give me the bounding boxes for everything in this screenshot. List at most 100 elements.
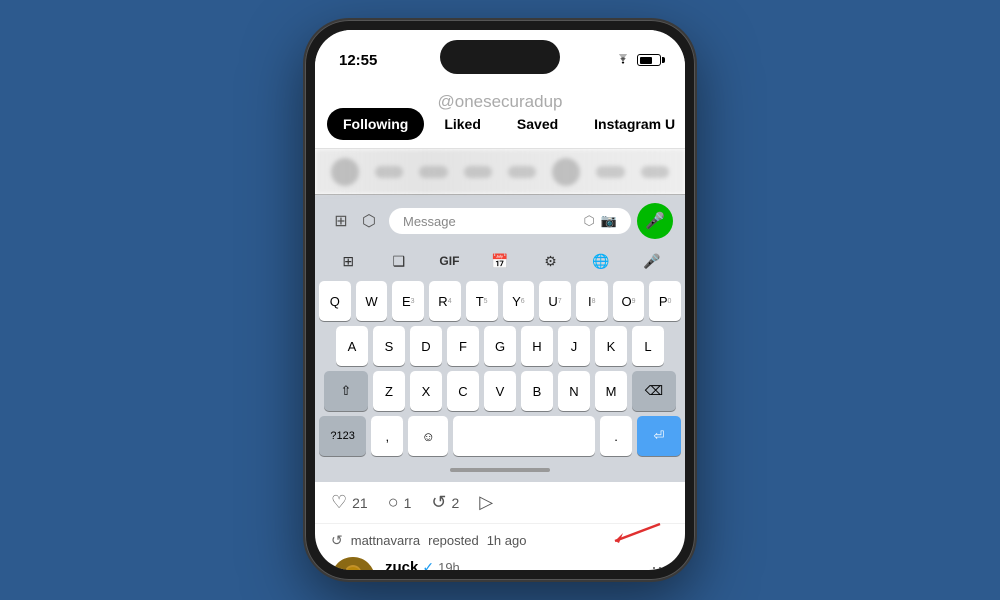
repost-icon: ↺ [431, 492, 446, 513]
like-count: 21 [352, 495, 368, 511]
key-v[interactable]: V [484, 371, 516, 411]
tweet-row: zuck ✓ 19h ··· Open sourcing a bunch of … [315, 553, 685, 570]
key-r[interactable]: R4 [429, 281, 461, 321]
translate-icon[interactable]: 🌐 [585, 247, 617, 275]
key-comma[interactable]: , [371, 416, 403, 456]
keyboard-top-bar: ⊞ ⬡ Message ⬡ 📷 🎤 [315, 199, 685, 243]
key-t[interactable]: T5 [466, 281, 498, 321]
tweet-actions: ♡ 21 ○ 1 ↺ 2 ▷ [315, 482, 685, 524]
heart-icon: ♡ [331, 492, 347, 513]
key-l[interactable]: L [632, 326, 664, 366]
avatar [331, 557, 375, 570]
key-123[interactable]: ?123 [319, 416, 366, 456]
screen: 12:55 @onesecuradup Following Like [315, 30, 685, 570]
mic-button[interactable]: 🎤 [637, 203, 673, 239]
status-time: 12:55 [339, 52, 377, 69]
keyboard-section: ⊞ ⬡ Message ⬡ 📷 🎤 ⊞ [315, 194, 685, 482]
tab-instagram[interactable]: Instagram U [578, 108, 685, 140]
key-k[interactable]: K [595, 326, 627, 366]
verified-badge: ✓ [422, 559, 434, 570]
repost-line: ↺ mattnavarra reposted 1h ago [315, 524, 685, 553]
tab-following[interactable]: Following [327, 108, 424, 140]
attach-icon: ⬡ [583, 213, 594, 229]
key-c[interactable]: C [447, 371, 479, 411]
repost-count: 2 [451, 495, 459, 511]
username-watermark: @onesecuradup [315, 92, 685, 112]
tab-liked[interactable]: Liked [428, 108, 497, 140]
tweet-username: zuck [385, 559, 418, 570]
keyboard-row-1: Q W E3 R4 T5 Y6 U7 I8 O9 P0 [319, 281, 681, 321]
keyboard-row-3: ⇧ Z X C V B N M ⌫ [319, 371, 681, 411]
key-x[interactable]: X [410, 371, 442, 411]
tab-saved[interactable]: Saved [501, 108, 574, 140]
key-w[interactable]: W [356, 281, 388, 321]
tweet-time: 19h [438, 560, 460, 570]
keyboard-tools: ⊞ ❑ GIF 📅 ⚙ 🌐 🎤 [315, 243, 685, 279]
key-n[interactable]: N [558, 371, 590, 411]
home-indicator-area [315, 462, 685, 478]
key-j[interactable]: J [558, 326, 590, 366]
key-p[interactable]: P0 [649, 281, 681, 321]
key-g[interactable]: G [484, 326, 516, 366]
key-d[interactable]: D [410, 326, 442, 366]
phone-frame: 12:55 @onesecuradup Following Like [305, 20, 695, 580]
repost-symbol: ↺ [331, 532, 343, 549]
key-m[interactable]: M [595, 371, 627, 411]
key-e[interactable]: E3 [392, 281, 424, 321]
share-action[interactable]: ▷ [479, 492, 493, 513]
tweet-more-button[interactable]: ··· [651, 557, 669, 570]
dynamic-island [440, 40, 560, 74]
camera-icon: 📷 [601, 213, 617, 229]
key-s[interactable]: S [373, 326, 405, 366]
key-a[interactable]: A [336, 326, 368, 366]
comment-icon: ○ [388, 492, 399, 513]
tweet-body: zuck ✓ 19h ··· Open sourcing a bunch of … [385, 557, 669, 570]
key-o[interactable]: O9 [613, 281, 645, 321]
wifi-icon [615, 54, 631, 66]
repost-time: 1h ago [487, 533, 527, 548]
status-bar: 12:55 [315, 30, 685, 78]
main-content: ⊞ ⬡ Message ⬡ 📷 🎤 ⊞ [315, 149, 685, 570]
apps-icon[interactable]: ⊞ [327, 207, 355, 235]
keyboard-rows: Q W E3 R4 T5 Y6 U7 I8 O9 P0 A [315, 279, 685, 462]
repost-action[interactable]: ↺ 2 [431, 492, 459, 513]
like-action[interactable]: ♡ 21 [331, 492, 368, 513]
share-icon: ▷ [479, 492, 493, 513]
key-q[interactable]: Q [319, 281, 351, 321]
key-emoji[interactable]: ☺ [408, 416, 448, 456]
comment-action[interactable]: ○ 1 [388, 492, 412, 513]
avatar-image [331, 557, 375, 570]
sticker2-icon[interactable]: ❑ [383, 247, 415, 275]
key-backspace[interactable]: ⌫ [632, 371, 676, 411]
status-icons [615, 54, 661, 66]
repost-section: ↺ mattnavarra reposted 1h ago [315, 524, 685, 553]
gif-icon[interactable]: GIF [433, 247, 465, 275]
tweet-header: zuck ✓ 19h ··· [385, 557, 669, 570]
keypad-icon[interactable]: ⊞ [332, 247, 364, 275]
calendar-icon[interactable]: 📅 [484, 247, 516, 275]
keyboard-bottom-row: ?123 , ☺ . ⏎ [319, 416, 681, 456]
key-y[interactable]: Y6 [503, 281, 535, 321]
key-b[interactable]: B [521, 371, 553, 411]
repost-username: mattnavarra [351, 533, 420, 548]
key-shift[interactable]: ⇧ [324, 371, 368, 411]
comment-count: 1 [404, 495, 412, 511]
blurred-content [315, 149, 685, 194]
battery-icon [637, 54, 661, 66]
keyboard-row-2: A S D F G H J K L [319, 326, 681, 366]
key-h[interactable]: H [521, 326, 553, 366]
key-space[interactable] [453, 416, 595, 456]
message-placeholder: Message [403, 214, 456, 229]
key-f[interactable]: F [447, 326, 479, 366]
settings-icon[interactable]: ⚙ [535, 247, 567, 275]
mic2-icon[interactable]: 🎤 [636, 247, 668, 275]
tweet-name-row: zuck ✓ 19h [385, 559, 460, 570]
home-indicator [450, 468, 550, 472]
key-period[interactable]: . [600, 416, 632, 456]
key-u[interactable]: U7 [539, 281, 571, 321]
sticker-icon[interactable]: ⬡ [355, 207, 383, 235]
key-enter[interactable]: ⏎ [637, 416, 681, 456]
message-input[interactable]: Message ⬡ 📷 [389, 208, 631, 234]
key-i[interactable]: I8 [576, 281, 608, 321]
key-z[interactable]: Z [373, 371, 405, 411]
